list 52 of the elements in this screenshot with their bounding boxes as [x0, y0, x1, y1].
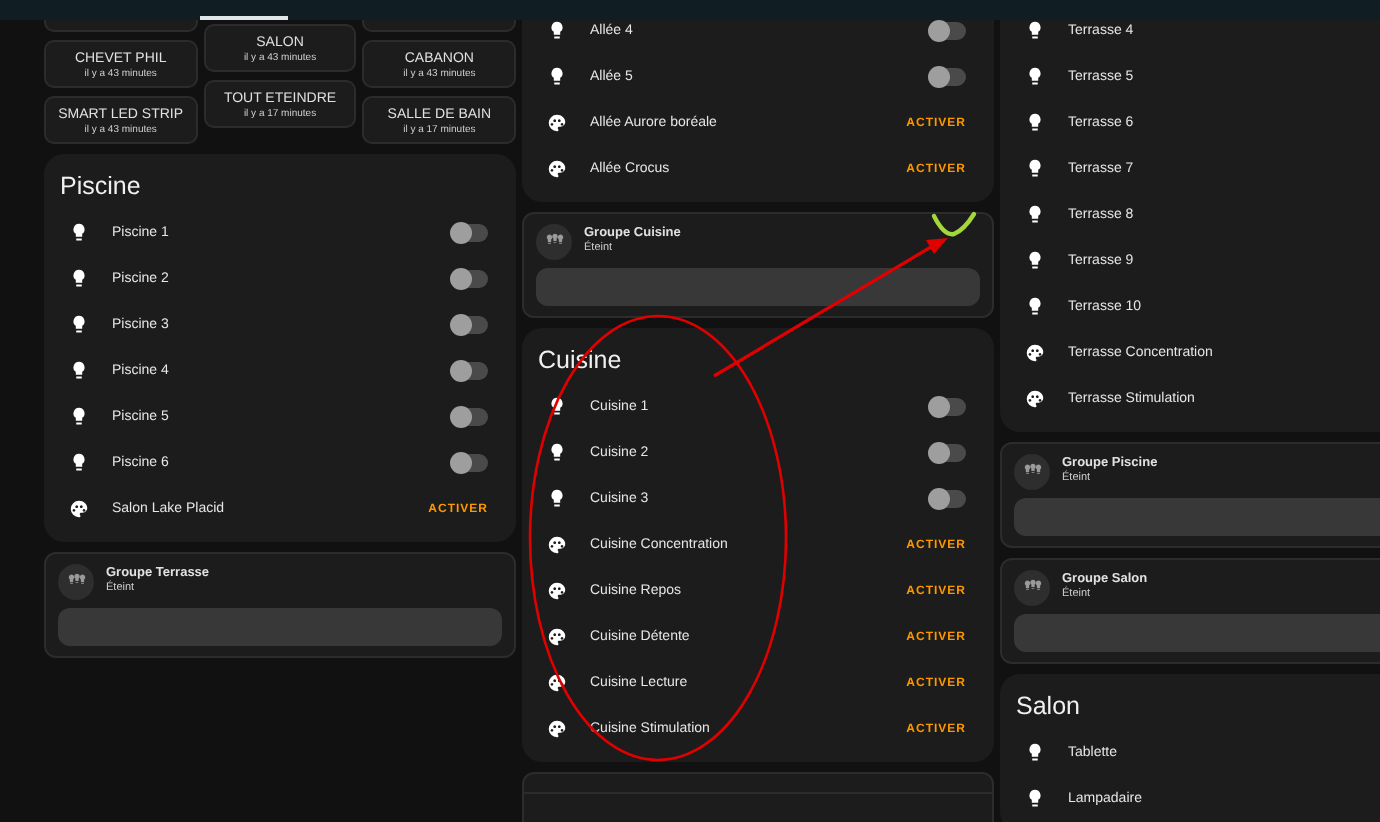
palette-icon: [1024, 342, 1046, 364]
bulb-group-icon: [58, 563, 94, 599]
bulb-group-icon: [1014, 569, 1050, 605]
bulb-icon: [1024, 296, 1046, 318]
bulb-icon: [1024, 66, 1046, 88]
toggle-switch[interactable]: [930, 68, 966, 86]
bulb-icon: [68, 222, 90, 244]
bulb-icon: [68, 268, 90, 290]
bulb-icon: [68, 452, 90, 474]
bulb-icon: [546, 66, 568, 88]
palette-icon: [546, 112, 568, 134]
palette-icon: [546, 718, 568, 740]
toggle-switch[interactable]: [452, 362, 488, 380]
bulb-icon: [546, 20, 568, 42]
palette-icon: [546, 534, 568, 556]
bulb-icon: [1024, 112, 1046, 134]
palette-icon: [1024, 388, 1046, 410]
toggle-switch[interactable]: [452, 408, 488, 426]
bulb-icon: [1024, 788, 1046, 810]
palette-icon: [546, 158, 568, 180]
bulb-icon: [546, 396, 568, 418]
bulb-group-icon: [1014, 453, 1050, 489]
bulb-icon: [1024, 742, 1046, 764]
palette-icon: [68, 498, 90, 520]
brightness-slider[interactable]: [1014, 614, 1380, 652]
toggle-switch[interactable]: [452, 270, 488, 288]
bulb-icon: [546, 442, 568, 464]
palette-icon: [546, 672, 568, 694]
toggle-switch[interactable]: [930, 444, 966, 462]
toggle-switch[interactable]: [930, 490, 966, 508]
toggle-switch[interactable]: [452, 454, 488, 472]
toggle-switch[interactable]: [452, 316, 488, 334]
tab-indicator: [200, 16, 288, 20]
bulb-icon: [1024, 204, 1046, 226]
bulb-icon: [1024, 250, 1046, 272]
bulb-icon: [68, 314, 90, 336]
bulb-icon: [1024, 20, 1046, 42]
brightness-slider[interactable]: [1014, 498, 1380, 536]
palette-icon: [546, 580, 568, 602]
bulb-icon: [1024, 158, 1046, 180]
brightness-slider[interactable]: [536, 268, 980, 306]
bulb-icon: [68, 360, 90, 382]
brightness-slider[interactable]: [58, 608, 502, 646]
card-title: Piscine: [60, 172, 141, 200]
palette-icon: [546, 626, 568, 648]
bulb-icon: [68, 406, 90, 428]
toggle-switch[interactable]: [930, 22, 966, 40]
toggle-switch[interactable]: [452, 224, 488, 242]
toggle-switch[interactable]: [930, 398, 966, 416]
bulb-group-icon: [536, 223, 572, 259]
card-title: Salon: [1016, 692, 1080, 720]
bulb-icon: [546, 488, 568, 510]
